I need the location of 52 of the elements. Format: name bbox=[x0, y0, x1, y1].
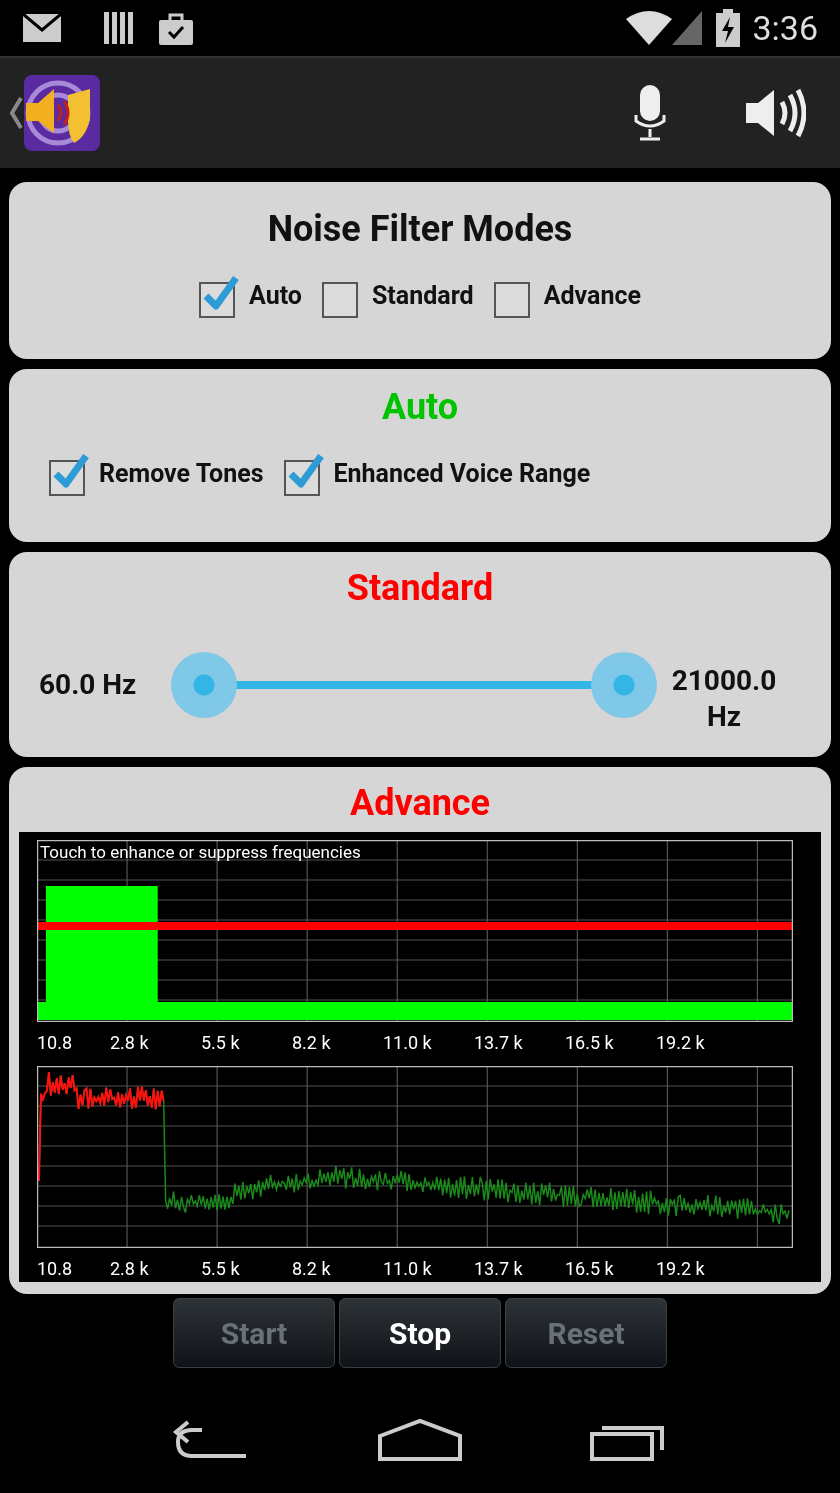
checkmark-icon bbox=[203, 274, 240, 312]
axis-tick-label: 11.0 k bbox=[383, 1034, 432, 1052]
checkbox[interactable] bbox=[49, 452, 91, 496]
checkbox-label: Remove Tones bbox=[99, 458, 264, 491]
section-title: Standard bbox=[346, 566, 494, 611]
app-logo-icon bbox=[24, 75, 100, 151]
axis-tick-label: 10.8 bbox=[37, 1260, 73, 1278]
speaker-icon bbox=[746, 88, 806, 138]
checkbox-label: Auto bbox=[249, 280, 302, 313]
wifi-icon bbox=[626, 11, 673, 45]
checkmark-icon bbox=[53, 452, 89, 490]
action-button[interactable]: Stop bbox=[339, 1298, 501, 1368]
speaker-button[interactable] bbox=[746, 88, 806, 138]
low-frequency-value: 60.0 Hz bbox=[39, 667, 138, 703]
filter-band[interactable] bbox=[37, 886, 793, 1020]
high-frequency-value: 21000.0 Hz bbox=[670, 663, 778, 735]
axis-tick-label: 19.2 k bbox=[656, 1260, 705, 1278]
range-slider[interactable] bbox=[169, 650, 659, 720]
home-icon bbox=[377, 1417, 463, 1462]
axis-tick-label: 5.5 k bbox=[201, 1260, 240, 1278]
axis-tick-label: 2.8 k bbox=[110, 1034, 149, 1052]
microphone-icon bbox=[634, 85, 666, 141]
axis-tick-label: 8.2 k bbox=[292, 1260, 331, 1278]
axis-tick-label: 16.5 k bbox=[565, 1034, 614, 1052]
back-caret-icon bbox=[8, 96, 24, 130]
axis-tick-label: 13.7 k bbox=[474, 1034, 523, 1052]
checkbox-label: Enhanced Voice Range bbox=[333, 458, 591, 491]
checkbox[interactable] bbox=[283, 452, 326, 496]
axis-tick-label: 10.8 bbox=[37, 1034, 73, 1052]
clock-time: 3:36 bbox=[752, 6, 818, 50]
microphone-button[interactable] bbox=[634, 85, 666, 141]
section-title: Auto bbox=[381, 385, 459, 430]
signal-icon bbox=[672, 11, 703, 45]
axis-tick-label: 19.2 k bbox=[656, 1034, 705, 1052]
axis-tick-label: 8.2 k bbox=[292, 1034, 331, 1052]
bars-icon bbox=[104, 11, 134, 45]
section-title: Noise Filter Modes bbox=[267, 207, 573, 252]
section-title: Advance bbox=[349, 781, 491, 826]
axis-tick-label: 11.0 k bbox=[383, 1260, 432, 1278]
mail-icon bbox=[22, 13, 62, 43]
axis-tick-label: 16.5 k bbox=[565, 1260, 614, 1278]
axis-tick-label: 5.5 k bbox=[201, 1034, 240, 1052]
axis-tick-label: 13.7 k bbox=[474, 1260, 523, 1278]
app-logo-button[interactable] bbox=[8, 75, 100, 151]
checkmark-icon bbox=[287, 452, 324, 490]
battery-charging-icon bbox=[716, 9, 741, 47]
home-button[interactable] bbox=[377, 1417, 463, 1462]
checkbox[interactable] bbox=[199, 274, 242, 318]
checkbox-label: Advance bbox=[543, 280, 641, 313]
graph-hint: Touch to enhance or suppress frequencies bbox=[40, 841, 361, 864]
checkbox-label: Standard bbox=[371, 280, 474, 313]
axis-tick-label: 2.8 k bbox=[110, 1260, 149, 1278]
